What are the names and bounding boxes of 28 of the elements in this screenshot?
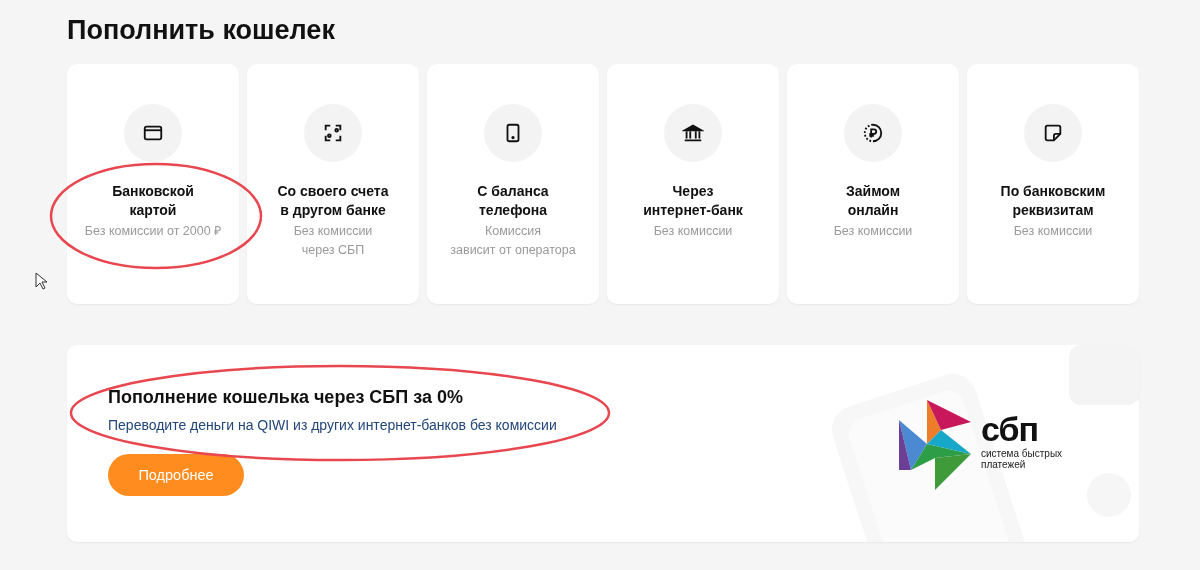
bank-icon: [682, 122, 704, 144]
banner-title: Пополнение кошелька через СБП за 0%: [108, 386, 464, 409]
mouse-pointer-icon: [35, 272, 47, 290]
method-note: Без комиссии: [832, 223, 914, 240]
payment-method-card[interactable]: Займом онлайн Без комиссии: [787, 64, 959, 304]
method-title: Со своего счета в другом банке: [276, 182, 390, 220]
method-note: Без комиссии: [652, 223, 734, 240]
note-icon: [1042, 122, 1064, 144]
method-title: Банковской картой: [111, 182, 195, 220]
page-title: Пополнить кошелек: [67, 14, 336, 46]
method-title: По банковским реквизитам: [999, 182, 1107, 220]
method-title: Займом онлайн: [844, 182, 902, 220]
method-note: Без комиссии: [1012, 223, 1094, 240]
banner-text: Переводите деньги на QIWI из других интернет-банков без комиссии: [108, 416, 557, 435]
method-note: Без комиссии через СБП: [292, 223, 374, 259]
logo-name: сбп: [981, 414, 1039, 444]
transfer-icon: [322, 122, 344, 144]
logo-tagline: система быстрых платежей: [981, 448, 1063, 470]
payment-method-card[interactable]: Банковской картой Без комиссии от 2000 ₽: [67, 64, 239, 304]
method-note: Комиссия зависит от оператора: [449, 223, 577, 259]
ruble-coin-icon: [862, 122, 884, 144]
payment-method-card[interactable]: С баланса телефона Комиссия зависит от оператора: [427, 64, 599, 304]
method-title: Через интернет-банк: [642, 182, 744, 220]
method-note: Без комиссии от 2000 ₽: [83, 223, 223, 240]
payment-method-card[interactable]: Со своего счета в другом банке Без комиссии через СБП: [247, 64, 419, 304]
payment-method-card[interactable]: По банковским реквизитам Без комиссии: [967, 64, 1139, 304]
method-title: С баланса телефона: [476, 182, 550, 220]
payment-method-card[interactable]: Через интернет-банк Без комиссии: [607, 64, 779, 304]
